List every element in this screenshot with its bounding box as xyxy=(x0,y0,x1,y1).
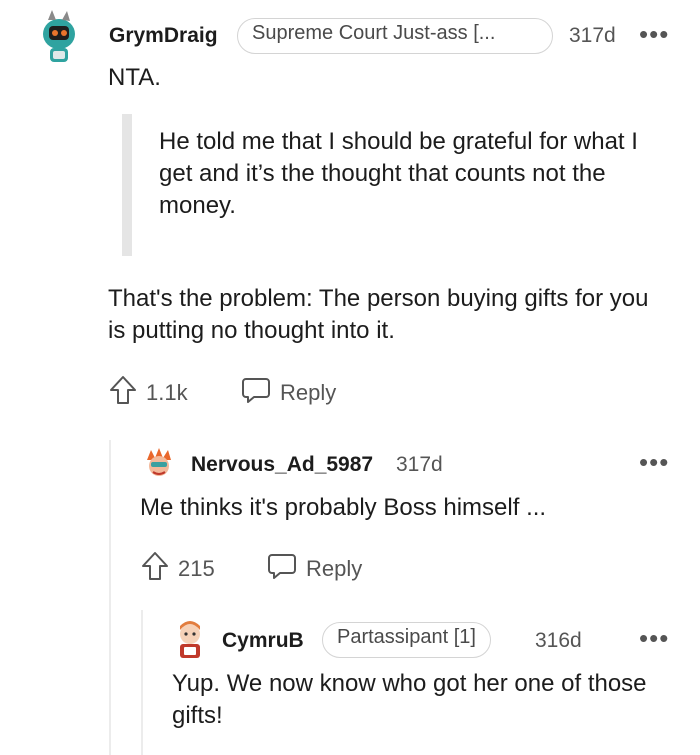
comment-body-text: Yup. We now know who got her one of thos… xyxy=(172,670,647,729)
more-options-icon[interactable]: ••• xyxy=(639,21,669,47)
upvote-arrow-icon xyxy=(108,374,138,412)
quote-bar xyxy=(122,114,132,256)
more-options-icon[interactable]: ••• xyxy=(639,625,669,651)
upvote-button[interactable]: 215 xyxy=(140,550,215,588)
comment-body-text: That's the problem: The person buying gi… xyxy=(108,285,649,344)
user-flair: Partassipant [1] xyxy=(322,622,491,658)
reply-button[interactable]: Reply xyxy=(266,550,362,588)
comment-body-text: NTA. xyxy=(108,64,161,91)
avatar[interactable] xyxy=(141,446,177,482)
upvote-arrow-icon xyxy=(140,550,170,588)
reply-bubble-icon xyxy=(266,550,298,588)
username[interactable]: GrymDraig xyxy=(109,24,218,48)
comment-age: 317d xyxy=(396,453,443,476)
avatar[interactable] xyxy=(172,620,208,660)
block-quote: He told me that I should be grateful for… xyxy=(159,128,638,219)
upvote-button[interactable]: 1.1k xyxy=(108,374,188,412)
vote-count: 1.1k xyxy=(146,380,188,405)
more-options-icon[interactable]: ••• xyxy=(639,449,669,475)
comment-body-text: Me thinks it's probably Boss himself ... xyxy=(140,494,547,521)
thread-line[interactable] xyxy=(141,610,143,755)
reply-label: Reply xyxy=(280,380,337,405)
reply-button[interactable]: Reply xyxy=(240,374,336,412)
comment-age: 317d xyxy=(569,24,616,47)
reply-label: Reply xyxy=(306,556,363,581)
thread-line[interactable] xyxy=(109,440,111,755)
username[interactable]: CymruB xyxy=(222,629,304,653)
user-flair: Supreme Court Just-ass [... xyxy=(237,18,553,54)
username[interactable]: Nervous_Ad_5987 xyxy=(191,453,373,477)
reply-bubble-icon xyxy=(240,374,272,412)
avatar[interactable] xyxy=(38,8,80,66)
vote-count: 215 xyxy=(178,556,215,581)
comment-age: 316d xyxy=(535,629,582,652)
